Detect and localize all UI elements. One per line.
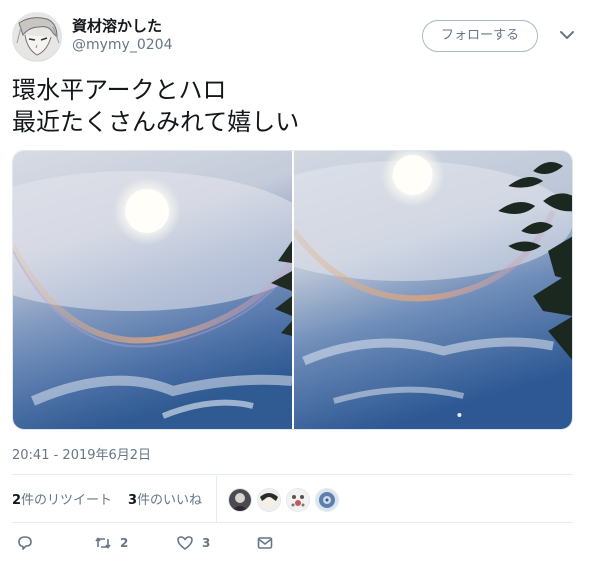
retweet-stat[interactable]: 2件のリツイート bbox=[12, 489, 112, 508]
retweet-stat-count: 2 bbox=[12, 493, 22, 508]
divider bbox=[12, 522, 573, 523]
like-stat-count: 3 bbox=[128, 493, 138, 508]
liker-avatar[interactable] bbox=[228, 488, 252, 512]
message-icon bbox=[257, 537, 273, 549]
like-stat[interactable]: 3件のいいね bbox=[128, 489, 202, 508]
stats-divider bbox=[216, 476, 217, 522]
heart-icon bbox=[177, 536, 193, 550]
like-button[interactable]: 3 bbox=[176, 528, 210, 558]
retweet-stat-label: 件のリツイート bbox=[21, 493, 113, 508]
media-container bbox=[12, 150, 573, 430]
avatar[interactable] bbox=[12, 12, 62, 62]
tweet-actions: 2 3 bbox=[12, 528, 573, 564]
tweet-text: 環水平アークとハロ 最近たくさんみれて嬉しい bbox=[12, 76, 300, 136]
chevron-down-icon[interactable] bbox=[556, 24, 578, 46]
reply-button[interactable] bbox=[16, 528, 34, 558]
retweet-button[interactable]: 2 bbox=[94, 528, 128, 558]
like-stat-label: 件のいいね bbox=[137, 493, 203, 508]
retweet-icon bbox=[95, 537, 111, 549]
photo-2[interactable] bbox=[294, 151, 572, 429]
like-count: 3 bbox=[202, 536, 211, 550]
liker-avatar[interactable] bbox=[257, 488, 281, 512]
user-handle[interactable]: @mymy_0204 bbox=[72, 37, 172, 53]
tweet-stats: 2件のリツイート 3件のいいね bbox=[12, 476, 573, 522]
direct-message-button[interactable] bbox=[256, 528, 274, 558]
follow-button[interactable]: フォローする bbox=[422, 20, 538, 52]
liker-avatar[interactable] bbox=[315, 488, 339, 512]
tweet-header: 資材溶かした @mymy_0204 フォローする bbox=[12, 12, 588, 64]
tweet-timestamp[interactable]: 20:41 - 2019年6月2日 bbox=[12, 444, 151, 463]
divider bbox=[12, 474, 573, 475]
reply-icon bbox=[18, 536, 32, 550]
display-name[interactable]: 資材溶かした bbox=[72, 15, 162, 36]
liker-avatar[interactable] bbox=[286, 488, 310, 512]
photo-1[interactable] bbox=[13, 151, 292, 429]
retweet-count: 2 bbox=[120, 536, 129, 550]
